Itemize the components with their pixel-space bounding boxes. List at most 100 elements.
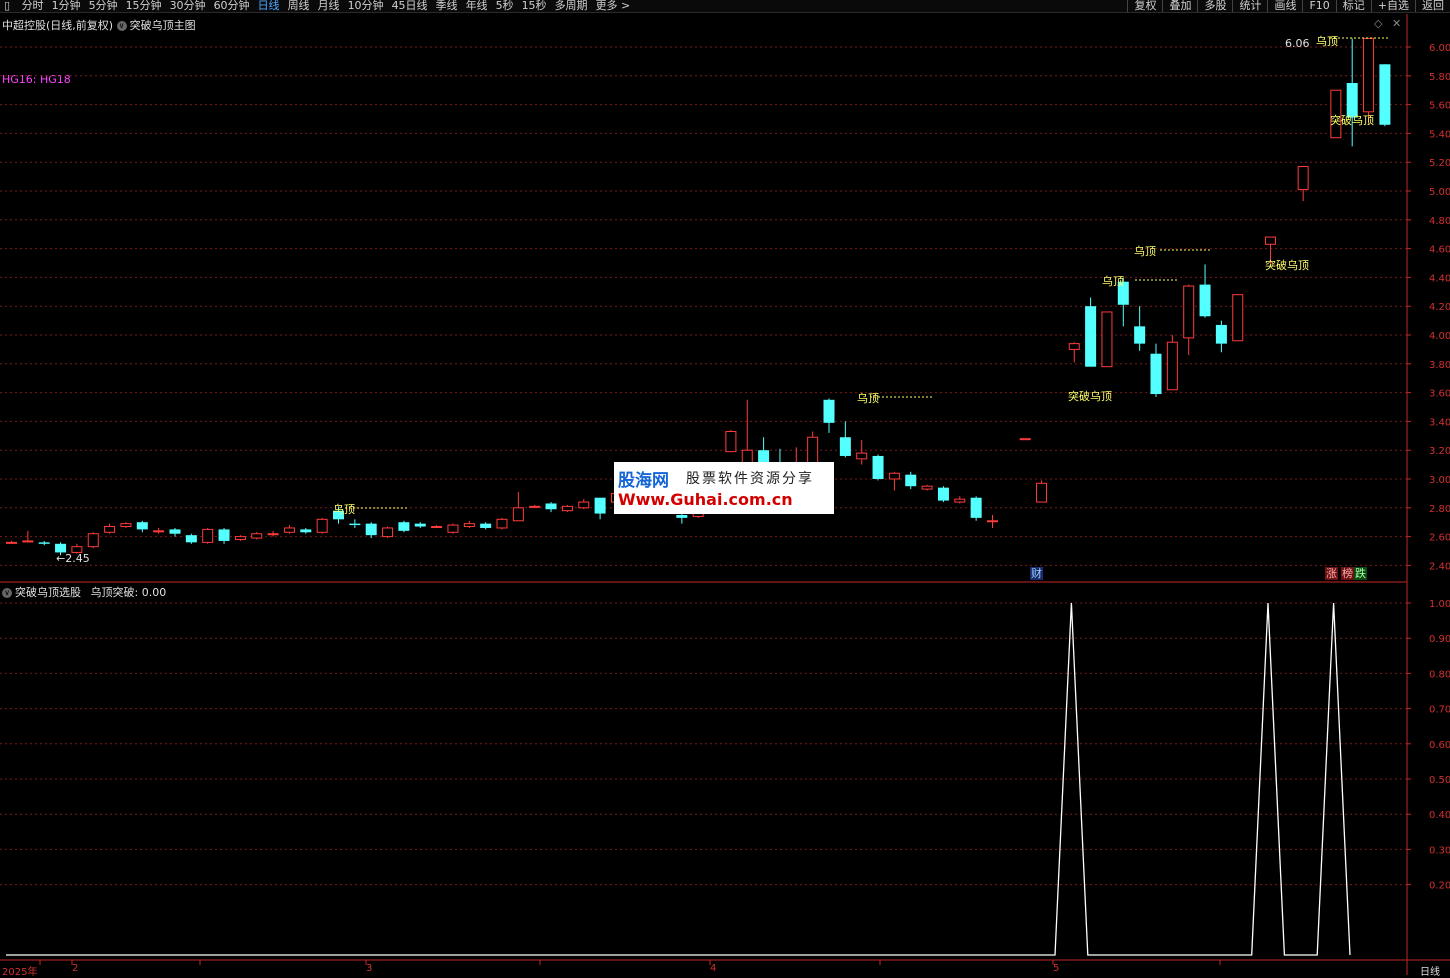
candle-body (1019, 438, 1031, 441)
tupo-label: 突破乌顶 (1265, 259, 1309, 272)
indicator-tick-label: 1.00 (1429, 599, 1450, 610)
candle-body (839, 437, 851, 456)
candle-body (545, 503, 557, 510)
candle-body (1215, 324, 1227, 344)
candle-body (578, 501, 590, 509)
wuding-label: 乌顶 (333, 503, 355, 516)
tupo-label: 突破乌顶 (1330, 114, 1374, 127)
candle-body (153, 530, 165, 533)
candle-body (185, 535, 197, 543)
candle-body (251, 533, 263, 539)
candle-body (1183, 285, 1195, 339)
candle-body (316, 518, 328, 533)
price-tick-label: 5.60 (1429, 101, 1450, 112)
high-price-label: 6.06 (1285, 37, 1310, 50)
candle-body (1134, 326, 1146, 344)
price-tick-label: 5.20 (1429, 158, 1450, 169)
candle-body (512, 507, 524, 522)
candle-body (496, 518, 508, 529)
period-corner-label[interactable]: 日线 (1420, 963, 1440, 978)
price-tick-label: 3.20 (1429, 446, 1450, 457)
candle-body (872, 455, 884, 479)
price-tick-label: 2.80 (1429, 504, 1450, 515)
price-tick-label: 4.80 (1429, 216, 1450, 227)
candle-body (1199, 284, 1211, 317)
candle-body (22, 540, 34, 543)
price-tick-label: 3.00 (1429, 475, 1450, 486)
candle-body (382, 527, 394, 538)
candle-body (856, 452, 868, 460)
candle-body (234, 536, 246, 540)
candle-body (431, 526, 443, 529)
candle-body (1166, 341, 1178, 391)
indicator-tick-label: 0.20 (1429, 881, 1450, 892)
indicator-tick-label: 0.40 (1429, 810, 1450, 821)
candle-body (1379, 64, 1391, 125)
wuding-label: 乌顶 (1316, 35, 1338, 48)
watermark-subtitle: 股票软件资源分享 (686, 471, 814, 487)
candle-body (594, 497, 606, 514)
candle-body (1150, 353, 1162, 395)
price-tick-label: 4.00 (1429, 331, 1450, 342)
date-label: 3 (366, 963, 373, 974)
candle-body (414, 523, 426, 527)
candle-body (1264, 236, 1276, 245)
price-tick-label: 5.80 (1429, 72, 1450, 83)
candle-body (6, 541, 17, 544)
wuding-label: 乌顶 (1134, 245, 1156, 258)
indicator-tick-label: 0.90 (1429, 634, 1450, 645)
candle-body (987, 520, 998, 523)
price-tick-label: 5.00 (1429, 187, 1450, 198)
candle-body (398, 522, 410, 531)
candle-body (970, 497, 982, 518)
indicator-tick-label: 0.50 (1429, 775, 1450, 786)
date-label: 2025年 (2, 967, 38, 978)
candle-body (480, 523, 492, 528)
candle-body (87, 533, 99, 548)
candle-body (300, 529, 312, 533)
candle-body (921, 485, 933, 490)
candle-body (1297, 166, 1309, 191)
price-tick-label: 4.60 (1429, 245, 1450, 256)
date-label: 4 (710, 963, 717, 974)
indicator-line (6, 602, 1351, 956)
price-tick-label: 2.40 (1429, 561, 1450, 572)
candle-body (169, 529, 181, 534)
candle-body (905, 474, 917, 487)
indicator-tick-label: 0.30 (1429, 845, 1450, 856)
candle-body (267, 533, 279, 536)
price-tick-label: 4.40 (1429, 273, 1450, 284)
rank-badge[interactable]: 榜 (1341, 567, 1354, 580)
date-label: 5 (1053, 963, 1060, 974)
price-tick-label: 4.20 (1429, 302, 1450, 313)
candle-body (218, 529, 230, 541)
candle-body (1085, 306, 1097, 367)
wuding-label: 乌顶 (1102, 275, 1124, 288)
candle-body (1068, 343, 1080, 350)
watermark-logo-text: 股海网 (618, 471, 669, 491)
candle-body (463, 523, 475, 528)
candle-body (529, 505, 541, 508)
finance-badge[interactable]: 财 (1030, 567, 1043, 580)
candle-body (283, 527, 295, 533)
rise-badge[interactable]: 涨 (1325, 567, 1338, 580)
candle-body (1232, 294, 1244, 342)
indicator-tick-label: 0.80 (1429, 669, 1450, 680)
low-price-label: 2.45 (65, 552, 90, 565)
candle-body (937, 487, 949, 501)
candle-body (202, 528, 214, 543)
candle-body (365, 523, 377, 536)
candle-body (561, 505, 573, 512)
candle-body (104, 526, 116, 533)
candle-body (120, 523, 132, 528)
fall-badge[interactable]: 跌 (1354, 567, 1367, 580)
watermark-url: Www.Guhai.com.cn (618, 490, 793, 509)
candle-body (823, 399, 835, 423)
low-price-marker: ←2.45 (56, 552, 90, 565)
candle-body (1036, 482, 1048, 503)
indicator-tick-label: 0.70 (1429, 705, 1450, 716)
price-tick-label: 5.40 (1429, 129, 1450, 140)
candle-body (954, 498, 966, 503)
price-tick-label: 2.60 (1429, 533, 1450, 544)
indicator-tick-label: 0.60 (1429, 740, 1450, 751)
